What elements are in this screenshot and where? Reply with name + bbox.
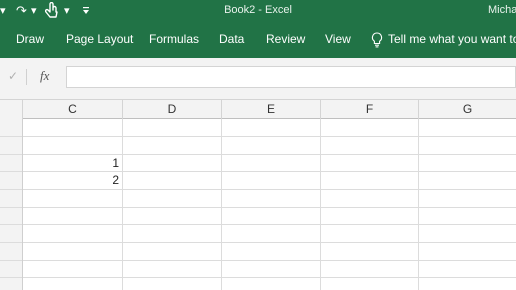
gridline [0,207,516,208]
column-header-c[interactable]: C [23,100,123,119]
row-header-area[interactable] [0,119,22,290]
cell-c2[interactable]: 1 [23,154,122,172]
tab-view[interactable]: View [325,22,351,56]
insert-function-icon[interactable]: fx [40,68,49,84]
ribbon-tabs: Draw Page Layout Formulas Data Review Vi… [0,22,516,58]
column-header-d[interactable]: D [123,100,222,119]
gridline [0,224,516,225]
gridline [22,119,23,290]
tab-formulas[interactable]: Formulas [149,22,199,56]
cell-c3[interactable]: 2 [23,171,122,189]
user-name[interactable]: Micha [488,0,516,20]
tab-page-layout[interactable]: Page Layout [66,22,133,56]
window-title: Book2 - Excel [224,4,292,16]
gridline [122,119,123,290]
formula-bar: ✓ fx [0,58,516,100]
column-header-e[interactable]: E [222,100,321,119]
redo-icon[interactable]: ↷ [16,0,27,22]
gridline [0,189,516,190]
touch-mode-icon[interactable] [45,2,59,19]
column-header-f[interactable]: F [321,100,419,119]
column-header-partial[interactable] [0,100,23,119]
customize-toolbar-icon[interactable] [82,6,90,15]
tell-me-search[interactable]: Tell me what you want to d [388,22,516,56]
gridline [0,260,516,261]
tab-draw[interactable]: Draw [16,22,44,56]
gridline [418,119,419,290]
touch-dropdown-icon[interactable]: ▾ [64,0,70,22]
gridline [0,242,516,243]
gridline [221,119,222,290]
gridline [320,119,321,290]
title-bar: ▾ ↷ ▾ ▾ Book2 - Excel Micha [0,0,516,22]
gridline [0,277,516,278]
formula-input[interactable] [66,66,516,88]
dropdown-arrow-icon[interactable]: ▾ [0,0,6,22]
tab-data[interactable]: Data [219,22,244,56]
gridline [0,136,516,137]
divider [26,69,27,85]
tab-review[interactable]: Review [266,22,305,56]
formula-buttons: ✓ fx [0,66,64,88]
worksheet-grid[interactable]: 1 2 [0,119,516,290]
column-headers: C D E F G [0,100,516,119]
check-icon[interactable]: ✓ [8,69,18,83]
redo-dropdown-icon[interactable]: ▾ [31,0,37,22]
column-header-g[interactable]: G [419,100,516,119]
lightbulb-icon [371,32,383,48]
